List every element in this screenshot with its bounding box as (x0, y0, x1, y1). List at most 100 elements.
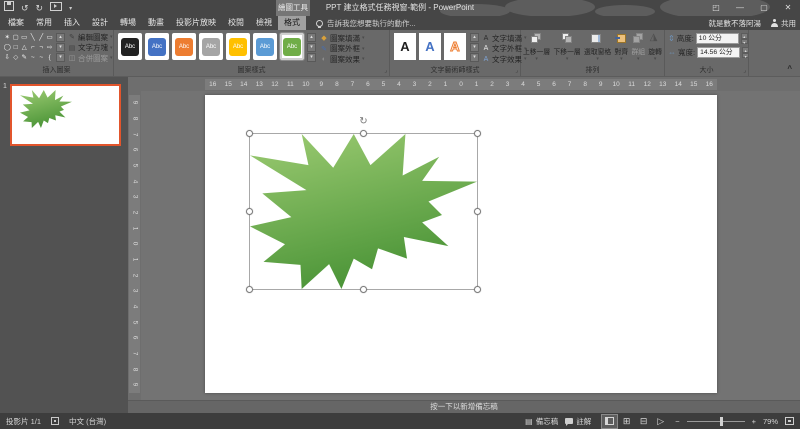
shape-gallery-item[interactable]: ⇨ (46, 43, 55, 53)
dialog-launcher-icon[interactable]: ⌟ (743, 68, 746, 75)
shape-gallery-item[interactable]: ✶ (3, 33, 12, 43)
shape-gallery-item[interactable]: ~ (29, 53, 38, 63)
wordart-style-tile[interactable]: A (444, 33, 466, 60)
shape-style-tile[interactable]: Abc (280, 33, 304, 60)
redo-icon[interactable]: ↻ (36, 0, 44, 16)
slide-thumbnail[interactable] (10, 84, 121, 146)
resize-handle[interactable] (474, 286, 481, 293)
arrange-button[interactable]: 下移一層 ▾ (554, 33, 581, 61)
slide-sorter-view-button[interactable]: ⊞ (619, 415, 634, 428)
maximize-icon[interactable]: ▢ (752, 0, 776, 16)
insert-shapes-button[interactable]: ◫ 合併圖案 ▾ (68, 53, 113, 64)
ribbon-display-options-icon[interactable]: ◰ (704, 0, 728, 16)
scroll-up-icon[interactable]: ▴ (307, 33, 316, 42)
shape-gallery-item[interactable]: ▭ (46, 33, 55, 43)
ribbon-tab[interactable]: 轉場 (114, 16, 142, 30)
shape-selection-box[interactable]: ↻ (249, 133, 478, 290)
arrange-button[interactable]: 旋轉 ▾ (648, 33, 662, 61)
text-format-button[interactable]: A 文字外框 ▾ (482, 44, 527, 55)
ribbon-tab[interactable]: 校閱 (222, 16, 250, 30)
insert-shapes-button[interactable]: ▤ 文字方塊 ▾ (68, 43, 113, 54)
gallery-more-icon[interactable]: ▾ (56, 53, 65, 62)
zoom-slider-thumb[interactable] (720, 417, 723, 426)
shape-gallery-item[interactable]: { (46, 53, 55, 63)
reading-view-button[interactable]: ⊟ (636, 415, 651, 428)
rotate-handle-icon[interactable]: ↻ (359, 117, 367, 127)
ribbon-tab[interactable]: 檔案 (2, 16, 30, 30)
shape-style-tile[interactable]: Abc (226, 33, 250, 60)
ribbon-tab[interactable]: 投影片放映 (170, 16, 222, 30)
accessibility-icon[interactable] (51, 417, 59, 425)
user-name[interactable]: 就是數不落阿湯 (709, 18, 762, 29)
collapse-ribbon-icon[interactable]: ^ (787, 64, 792, 73)
shape-gallery-item[interactable]: ╲ (29, 33, 38, 43)
shape-style-tile[interactable]: Abc (253, 33, 277, 60)
ribbon-tab[interactable]: 格式 (278, 16, 306, 30)
resize-handle[interactable] (474, 208, 481, 215)
zoom-slider[interactable] (687, 421, 745, 422)
width-input[interactable]: 14.56 公分 (697, 47, 740, 58)
language-indicator[interactable]: 中文 (台灣) (69, 416, 106, 427)
dialog-launcher-icon[interactable]: ⌟ (384, 68, 387, 75)
shape-style-tile[interactable]: Abc (145, 33, 169, 60)
ribbon-tab[interactable]: 動畫 (142, 16, 170, 30)
share-button[interactable]: 共用 (771, 18, 796, 29)
zoom-in-icon[interactable]: + (752, 417, 756, 426)
arrange-button[interactable]: 群組 ▾ (631, 33, 645, 61)
zoom-level[interactable]: 79% (763, 417, 778, 426)
undo-icon[interactable]: ↺ (21, 0, 29, 16)
resize-handle[interactable] (474, 130, 481, 137)
shape-gallery-item[interactable]: ╱ (37, 33, 46, 43)
wordart-style-tile[interactable]: A (419, 33, 441, 60)
shape-gallery-item[interactable]: ~ (37, 53, 46, 63)
ribbon-tab[interactable]: 插入 (58, 16, 86, 30)
insert-shapes-button[interactable]: ✎ 編輯圖案 ▾ (68, 32, 113, 43)
resize-handle[interactable] (360, 130, 367, 137)
arrange-button[interactable]: 選取窗格 ▾ (584, 33, 611, 61)
close-icon[interactable]: ✕ (776, 0, 800, 16)
shape-gallery-item[interactable]: □ (12, 43, 21, 53)
starburst-shape[interactable] (250, 134, 477, 289)
notes-placeholder-bar[interactable]: 按一下以新增備忘稿 (128, 400, 800, 413)
resize-handle[interactable] (360, 286, 367, 293)
save-icon[interactable] (4, 0, 14, 16)
scroll-up-icon[interactable]: ▴ (470, 33, 479, 42)
height-input[interactable]: 10 公分 (696, 33, 739, 44)
shape-format-button[interactable]: ◐ 圖案效果 ▾ (320, 54, 365, 65)
shape-gallery-item[interactable]: △ (20, 43, 29, 53)
shape-gallery-item[interactable]: ◇ (12, 53, 21, 63)
shape-gallery-item[interactable]: ◯ (3, 43, 12, 53)
resize-handle[interactable] (246, 208, 253, 215)
ribbon-tab[interactable]: 設計 (86, 16, 114, 30)
scroll-down-icon[interactable]: ▾ (470, 43, 479, 52)
dialog-launcher-icon[interactable]: ⌟ (515, 68, 518, 75)
shape-gallery-item[interactable]: ▭ (20, 33, 29, 43)
scroll-down-icon[interactable]: ▾ (307, 43, 316, 52)
notes-toggle-button[interactable]: ▤ 備忘稿 (525, 416, 558, 427)
shape-style-tile[interactable]: Abc (118, 33, 142, 60)
zoom-out-icon[interactable]: − (675, 417, 679, 426)
resize-handle[interactable] (246, 286, 253, 293)
shape-gallery-item[interactable]: ⌐ (29, 43, 38, 53)
resize-handle[interactable] (246, 130, 253, 137)
shape-gallery-item[interactable]: ▢ (12, 33, 21, 43)
slide-counter[interactable]: 投影片 1/1 (6, 416, 41, 427)
gallery-more-icon[interactable]: ▾ (470, 53, 479, 62)
comments-toggle-button[interactable]: 註解 (565, 416, 591, 427)
gallery-more-icon[interactable]: ▾ (307, 53, 316, 62)
height-stepper[interactable]: ▴ ▾ (741, 33, 748, 44)
arrange-button[interactable]: 對齊 ▾ (615, 33, 629, 61)
customize-qat-icon[interactable]: ▾ (69, 5, 72, 12)
shape-gallery-item[interactable]: ¬ (37, 43, 46, 53)
text-format-button[interactable]: A 文字填滿 ▾ (482, 33, 527, 44)
shape-format-button[interactable]: ◆ 圖案填滿 ▾ (320, 33, 365, 44)
tell-me-box[interactable]: 告訴我您想要執行的動作... (316, 16, 416, 30)
shape-gallery-item[interactable]: ✎ (20, 53, 29, 63)
fit-slide-icon[interactable] (785, 417, 794, 425)
scroll-down-icon[interactable]: ▾ (56, 43, 65, 52)
shape-format-button[interactable]: ✎ 圖案外框 ▾ (320, 44, 365, 55)
shape-gallery-item[interactable]: ⇩ (3, 53, 12, 63)
ribbon-tab[interactable]: 常用 (30, 16, 58, 30)
ribbon-tab[interactable]: 檢視 (250, 16, 278, 30)
arrange-button[interactable]: 上移一層 ▾ (523, 33, 550, 61)
